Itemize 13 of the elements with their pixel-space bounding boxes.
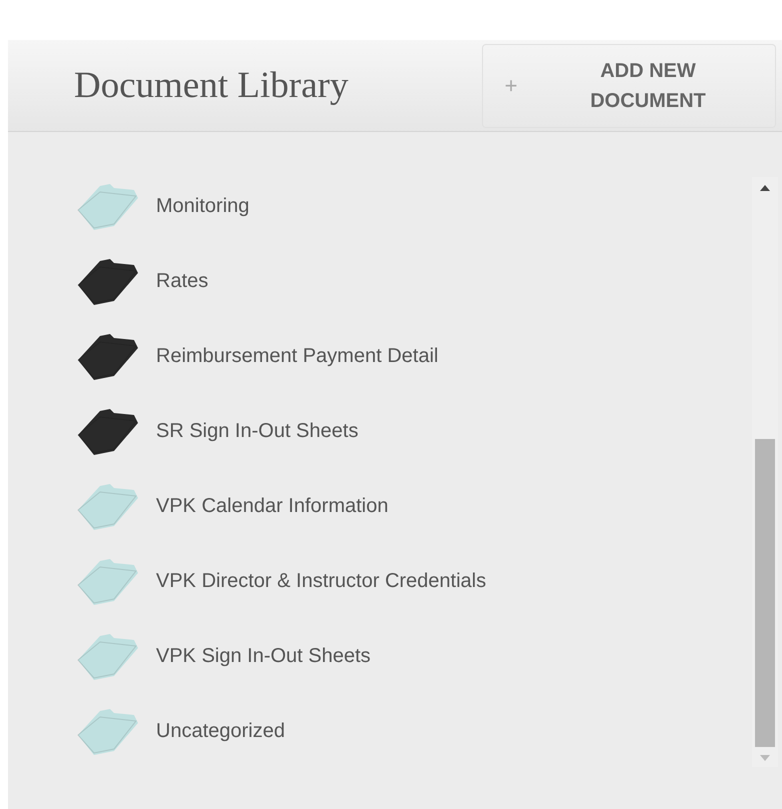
- folder-name[interactable]: SR Sign In-Out Sheets: [156, 416, 358, 446]
- add-document-button[interactable]: + ADD NEW DOCUMENT: [482, 44, 776, 128]
- folder-name[interactable]: Uncategorized: [156, 716, 285, 746]
- scrollbar-thumb[interactable]: [755, 439, 775, 747]
- folder-name[interactable]: VPK Sign In-Out Sheets: [156, 640, 371, 670]
- scroll-up-icon[interactable]: [760, 185, 770, 191]
- folder-name[interactable]: Rates: [156, 266, 208, 296]
- folder-name[interactable]: Reimbursement Payment Detail: [156, 340, 438, 370]
- page-title: Document Library: [74, 64, 348, 108]
- folder-name[interactable]: Monitoring: [156, 190, 250, 220]
- folder-name[interactable]: VPK Director & Instructor Credentials: [156, 566, 486, 596]
- folder-name[interactable]: VPK Calendar Information: [156, 490, 388, 520]
- scroll-down-icon[interactable]: [760, 755, 770, 761]
